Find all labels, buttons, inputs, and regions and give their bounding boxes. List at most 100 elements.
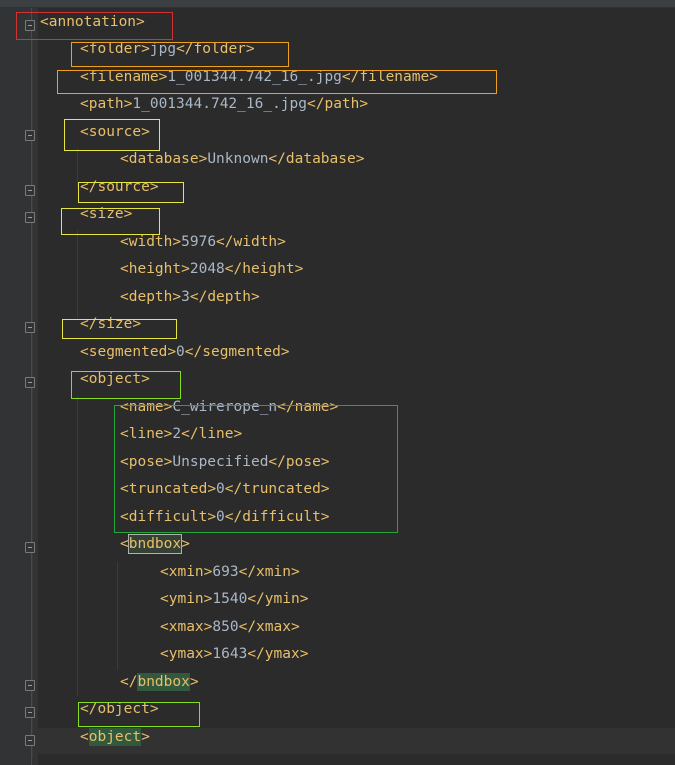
tag-name: ymax: [168, 646, 204, 662]
tag-name: name: [128, 399, 164, 415]
indent-guide: [77, 148, 78, 188]
tag-open-bracket: <: [80, 371, 89, 387]
tag-name: bndbox: [137, 673, 190, 691]
end-tag: </folder>: [176, 41, 255, 57]
element-value: 850: [212, 619, 239, 635]
tag-close-bracket: >: [172, 234, 182, 250]
element-value: 3: [181, 289, 190, 305]
xml-line[interactable]: <folder>jpg</folder>: [80, 38, 255, 60]
xml-line[interactable]: <source>: [80, 121, 150, 143]
end-tag: </difficult>: [224, 509, 330, 525]
xml-line[interactable]: <filename>1_001344.742_16_.jpg</filename…: [80, 66, 438, 88]
xml-line[interactable]: <path>1_001344.742_16_.jpg</path>: [80, 93, 368, 115]
fold-toggle-icon[interactable]: [25, 322, 35, 333]
element-value: 693: [212, 564, 239, 580]
tag-open-bracket: <: [80, 729, 89, 745]
fold-toggle-icon[interactable]: [25, 130, 35, 141]
tag-name: xmax: [168, 619, 204, 635]
tag-open-bracket: <: [160, 591, 169, 607]
end-tag: </segmented>: [184, 344, 290, 360]
tag-close-bracket: >: [141, 41, 150, 57]
tag-open-bracket: <: [120, 289, 129, 305]
tag-open-bracket: <: [80, 124, 89, 140]
fold-toggle-icon[interactable]: [25, 542, 35, 553]
tag-name: object: [88, 371, 142, 387]
tag-open-bracket: <: [120, 481, 129, 497]
xml-line[interactable]: <pose>Unspecified</pose>: [120, 451, 330, 473]
fold-toggle-icon[interactable]: [25, 20, 35, 31]
tag-name: depth: [128, 289, 173, 305]
indent-guide: [77, 396, 78, 696]
tag-close-bracket: >: [149, 701, 159, 717]
tag-name: width: [128, 234, 173, 250]
fold-toggle-icon[interactable]: [25, 377, 35, 388]
tag-open-bracket: <: [160, 564, 169, 580]
tag-name: object: [97, 701, 150, 717]
tag-open-bracket: <: [120, 454, 129, 470]
end-tag: </depth>: [189, 289, 260, 305]
end-tag: </filename>: [341, 69, 438, 85]
xml-line[interactable]: <bndbox>: [120, 533, 190, 555]
xml-line[interactable]: <width>5976</width>: [120, 231, 286, 253]
xml-line[interactable]: <ymin>1540</ymin>: [160, 588, 308, 610]
tag-name: xmin: [168, 564, 204, 580]
fold-toggle-icon[interactable]: [25, 185, 35, 196]
xml-line[interactable]: </size>: [80, 313, 141, 335]
element-value: 0: [216, 481, 225, 497]
tag-close-bracket: >: [181, 536, 190, 552]
end-tag: </ymin>: [247, 591, 309, 607]
tag-name: size: [88, 206, 124, 222]
xml-line[interactable]: <name>C_wirerope_n</name>: [120, 396, 338, 418]
xml-line[interactable]: <database>Unknown</database>: [120, 148, 364, 170]
tag-name: source: [88, 124, 142, 140]
element-value: 1_001344.742_16_.jpg: [167, 69, 342, 85]
xml-line[interactable]: <xmax>850</xmax>: [160, 616, 300, 638]
element-value: 1_001344.742_16_.jpg: [132, 96, 307, 112]
element-value: 1643: [212, 646, 248, 662]
tag-close-bracket: >: [189, 674, 199, 690]
tag-name: filename: [88, 69, 159, 85]
indent-guide: [77, 230, 78, 318]
xml-line[interactable]: </object>: [80, 698, 159, 720]
tag-open-bracket: <: [120, 536, 129, 552]
tag-open-bracket: <: [80, 206, 89, 222]
xml-line[interactable]: </source>: [80, 176, 159, 198]
xml-line[interactable]: <object>: [80, 368, 150, 390]
xml-line[interactable]: <annotation>: [40, 11, 145, 33]
tag-name: difficult: [128, 509, 208, 525]
xml-line[interactable]: <size>: [80, 203, 132, 225]
element-value: Unspecified: [172, 454, 269, 470]
tag-open-bracket: <: [120, 426, 129, 442]
xml-line[interactable]: <truncated>0</truncated>: [120, 478, 330, 500]
fold-toggle-icon[interactable]: [25, 212, 35, 223]
fold-toggle-icon[interactable]: [25, 707, 35, 718]
end-tag: </xmin>: [238, 564, 300, 580]
tag-open-bracket: </: [80, 701, 98, 717]
xml-line[interactable]: <segmented>0</segmented>: [80, 341, 290, 363]
element-value: 2: [172, 426, 182, 442]
xml-line[interactable]: <ymax>1643</ymax>: [160, 643, 308, 665]
element-value: C_wirerope_n: [172, 399, 278, 415]
tag-close-bracket: >: [198, 151, 208, 167]
tag-open-bracket: </: [80, 179, 98, 195]
tag-name: height: [128, 261, 182, 277]
end-tag: </width>: [216, 234, 286, 250]
end-tag: </ymax>: [247, 646, 309, 662]
tag-name: database: [128, 151, 199, 167]
tag-open-bracket: <: [80, 41, 89, 57]
xml-line[interactable]: <height>2048</height>: [120, 258, 303, 280]
xml-line[interactable]: <object>: [80, 726, 150, 748]
indent-guide: [117, 562, 118, 670]
tag-name: size: [97, 316, 133, 332]
end-tag: </database>: [268, 151, 365, 167]
tag-name: bndbox: [127, 534, 183, 554]
xml-line[interactable]: <depth>3</depth>: [120, 286, 260, 308]
xml-line[interactable]: <xmin>693</xmin>: [160, 561, 300, 583]
xml-line[interactable]: </bndbox>: [120, 671, 199, 693]
tag-open-bracket: </: [80, 316, 98, 332]
xml-line[interactable]: <difficult>0</difficult>: [120, 506, 330, 528]
fold-toggle-icon[interactable]: [25, 680, 35, 691]
fold-toggle-icon[interactable]: [25, 735, 35, 746]
xml-line[interactable]: <line>2</line>: [120, 423, 242, 445]
tag-open-bracket: <: [120, 261, 129, 277]
